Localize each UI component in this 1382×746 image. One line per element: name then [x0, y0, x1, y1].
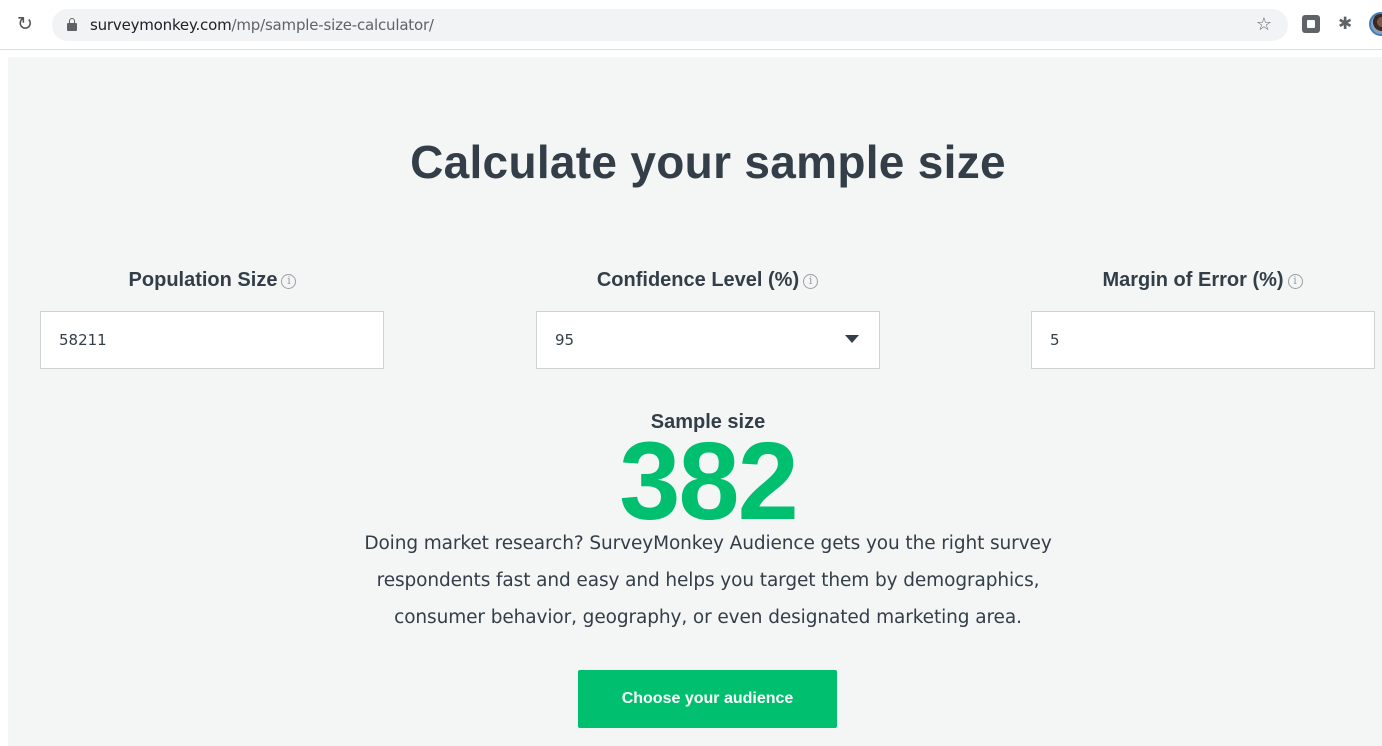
address-bar[interactable]: surveymonkey.com/mp/sample-size-calculat… [52, 9, 1288, 41]
margin-of-error-value: 5 [1050, 331, 1060, 349]
choose-audience-button[interactable]: Choose your audience [578, 670, 837, 728]
confidence-level-label: Confidence Level (%) i [536, 269, 879, 292]
confidence-level-label-text: Confidence Level (%) [596, 269, 800, 291]
audience-promo-text: Doing market research? SurveyMonkey Audi… [338, 525, 1078, 636]
population-size-label-text: Population Size [128, 269, 278, 291]
profile-avatar[interactable] [1369, 12, 1382, 36]
reload-icon[interactable]: ↻ [14, 12, 36, 36]
margin-of-error-label-text: Margin of Error (%) [1102, 269, 1284, 291]
star-icon[interactable]: ☆ [1256, 14, 1272, 35]
browser-toolbar: ↻ surveymonkey.com/mp/sample-size-calcul… [0, 0, 1382, 50]
confidence-level-value: 95 [555, 331, 575, 349]
info-icon[interactable]: i [1287, 274, 1303, 289]
info-icon[interactable]: i [281, 274, 297, 289]
info-icon[interactable]: i [803, 274, 819, 289]
url-text[interactable]: surveymonkey.com/mp/sample-size-calculat… [90, 15, 434, 35]
url-path: /mp/sample-size-calculator/ [231, 16, 434, 34]
sample-size-result: 382 [619, 420, 799, 543]
promo-line: respondents fast and easy and helps you … [376, 570, 1040, 591]
margin-of-error-input[interactable]: 5 [1031, 311, 1375, 369]
population-size-label: Population Size i [41, 269, 384, 292]
calculator-section: Calculate your sample size Population Si… [8, 57, 1382, 746]
puzzle-icon[interactable]: ✱ [1338, 15, 1356, 33]
margin-of-error-label: Margin of Error (%) i [1031, 269, 1374, 292]
extension-icon[interactable] [1302, 15, 1320, 33]
page-title: Calculate your sample size [410, 136, 1006, 188]
population-size-value: 58211 [59, 331, 107, 349]
confidence-level-select[interactable]: 95 [536, 311, 880, 369]
promo-line: consumer behavior, geography, or even de… [394, 607, 1022, 628]
url-host: surveymonkey.com [90, 16, 232, 34]
toolbar-divider [0, 49, 1382, 50]
promo-line: Doing market research? SurveyMonkey Audi… [364, 533, 1052, 554]
population-size-input[interactable]: 58211 [40, 311, 384, 369]
chevron-down-icon[interactable] [845, 335, 859, 343]
lock-icon[interactable] [67, 18, 77, 31]
